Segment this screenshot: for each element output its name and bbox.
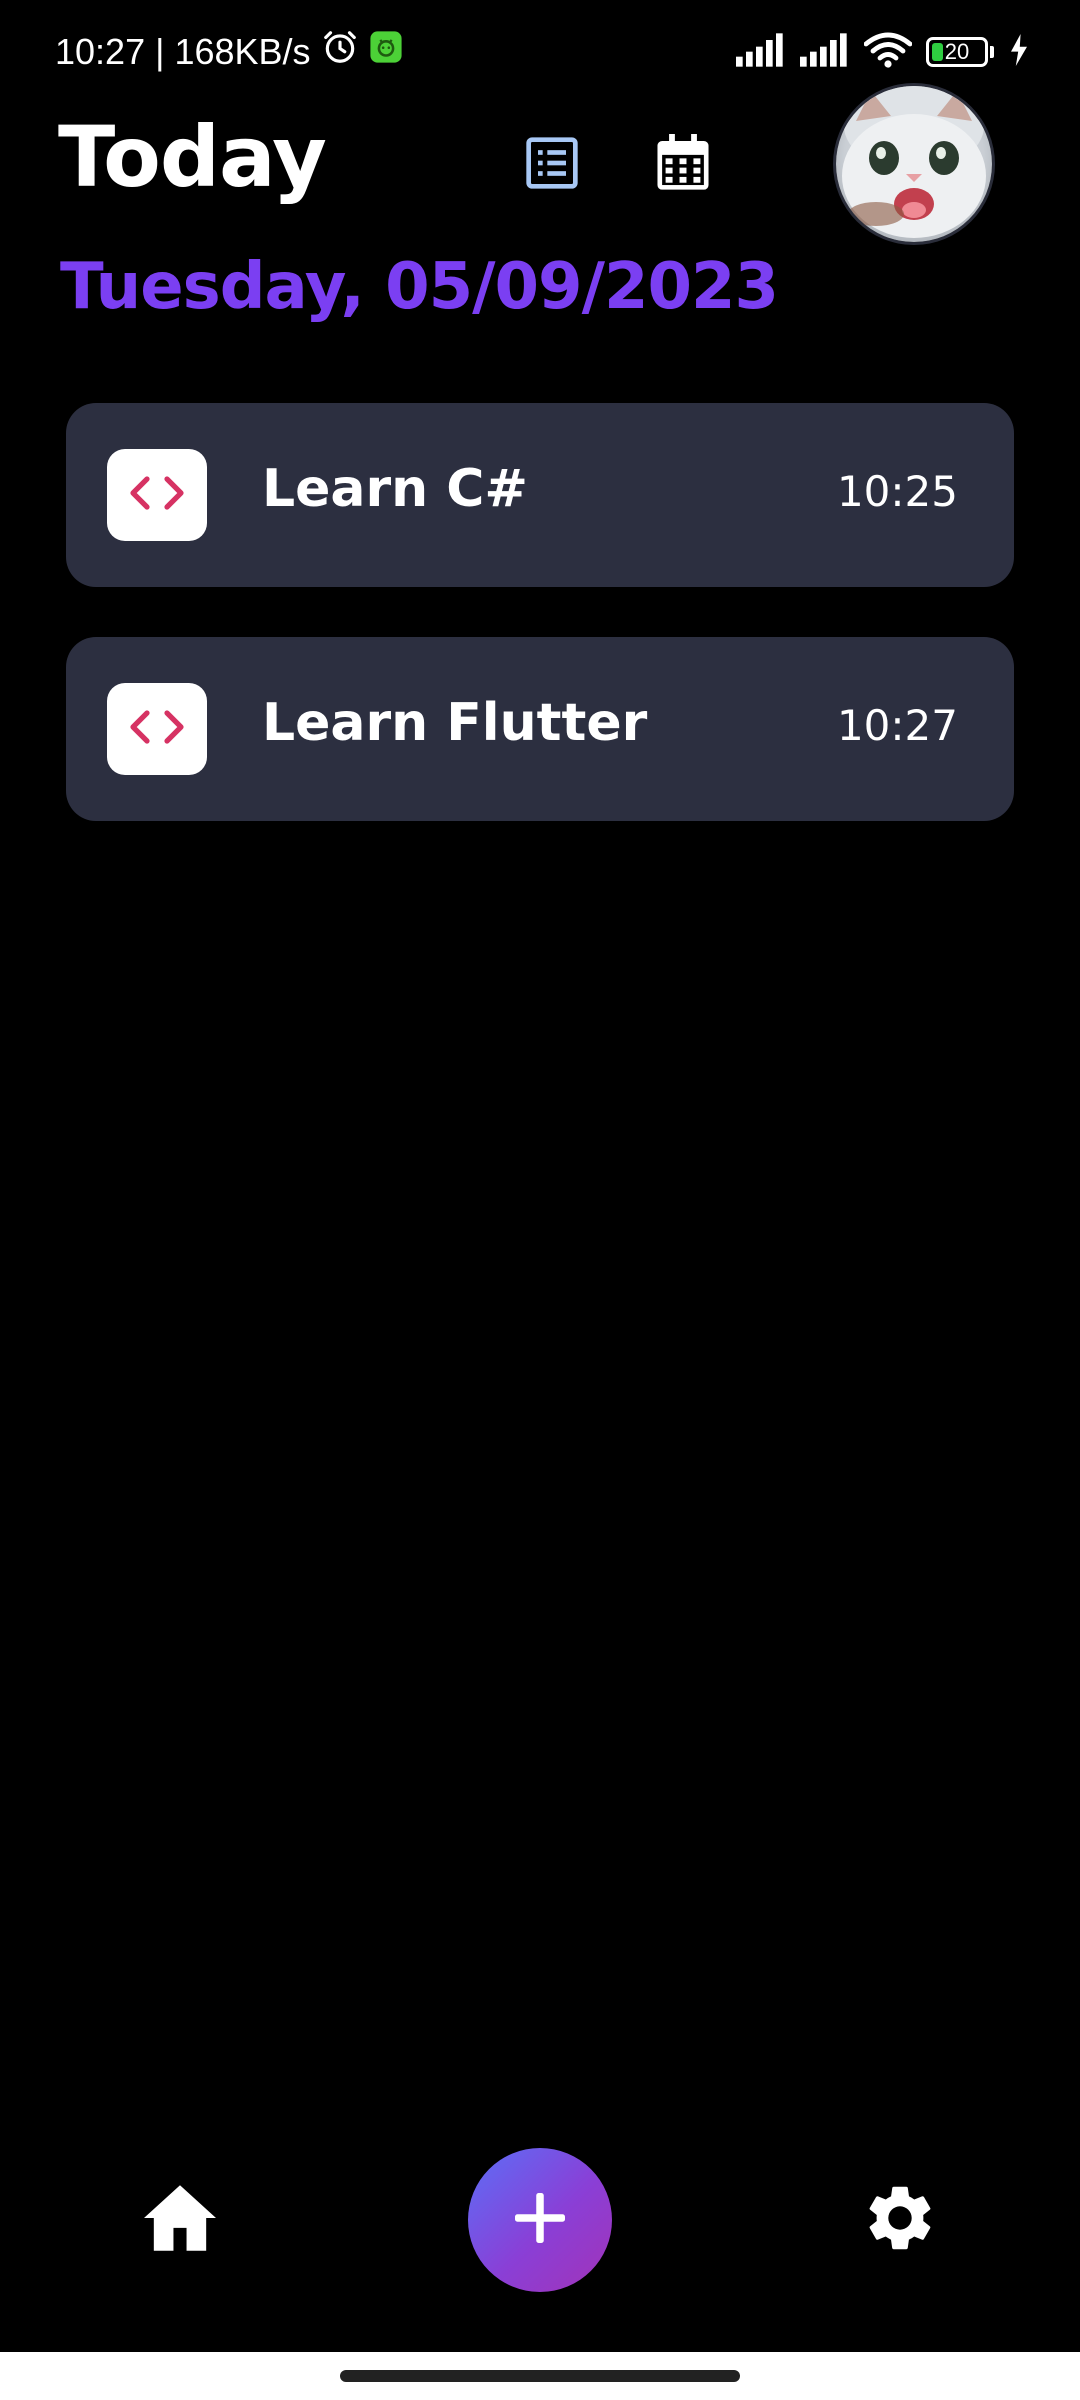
battery-level: 20 xyxy=(944,39,970,64)
code-icon xyxy=(129,707,185,751)
calendar-view-button[interactable] xyxy=(648,130,718,200)
home-button[interactable] xyxy=(130,2175,230,2265)
add-task-button[interactable] xyxy=(468,2148,612,2292)
status-right: 20 xyxy=(736,32,1030,72)
task-time: 10:27 xyxy=(836,701,958,750)
task-card[interactable]: Learn C# 10:25 xyxy=(66,403,1014,587)
signal-icon xyxy=(800,33,850,71)
home-indicator[interactable] xyxy=(340,2370,740,2382)
charging-icon xyxy=(1008,34,1030,70)
battery: 20 xyxy=(926,37,988,67)
task-icon-container xyxy=(107,449,207,541)
alarm-icon xyxy=(321,28,359,75)
task-card[interactable]: Learn Flutter 10:27 xyxy=(66,637,1014,821)
date-label: Tuesday, 05/09/2023 xyxy=(60,250,779,324)
signal-icon xyxy=(736,33,786,71)
home-icon xyxy=(140,2182,220,2258)
task-title: Learn Flutter xyxy=(262,693,648,753)
code-icon xyxy=(129,473,185,517)
settings-button[interactable] xyxy=(850,2175,950,2265)
user-avatar xyxy=(842,86,986,238)
task-title: Learn C# xyxy=(262,459,528,519)
list-icon xyxy=(524,135,580,195)
status-left: 10:27 | 168KB/s xyxy=(55,28,403,75)
status-time-speed: 10:27 | 168KB/s xyxy=(55,30,311,72)
battery-icon: 20 xyxy=(926,37,994,67)
calendar-icon xyxy=(655,134,711,196)
gear-icon xyxy=(861,2179,939,2261)
battery-tip xyxy=(990,46,994,58)
page-title: Today xyxy=(58,108,327,206)
plus-icon xyxy=(510,2188,570,2252)
task-icon-container xyxy=(107,683,207,775)
wifi-icon xyxy=(863,32,913,72)
list-view-button[interactable] xyxy=(517,130,587,200)
task-time: 10:25 xyxy=(836,467,958,516)
app-notification-icon xyxy=(369,30,403,73)
avatar[interactable] xyxy=(836,86,992,242)
